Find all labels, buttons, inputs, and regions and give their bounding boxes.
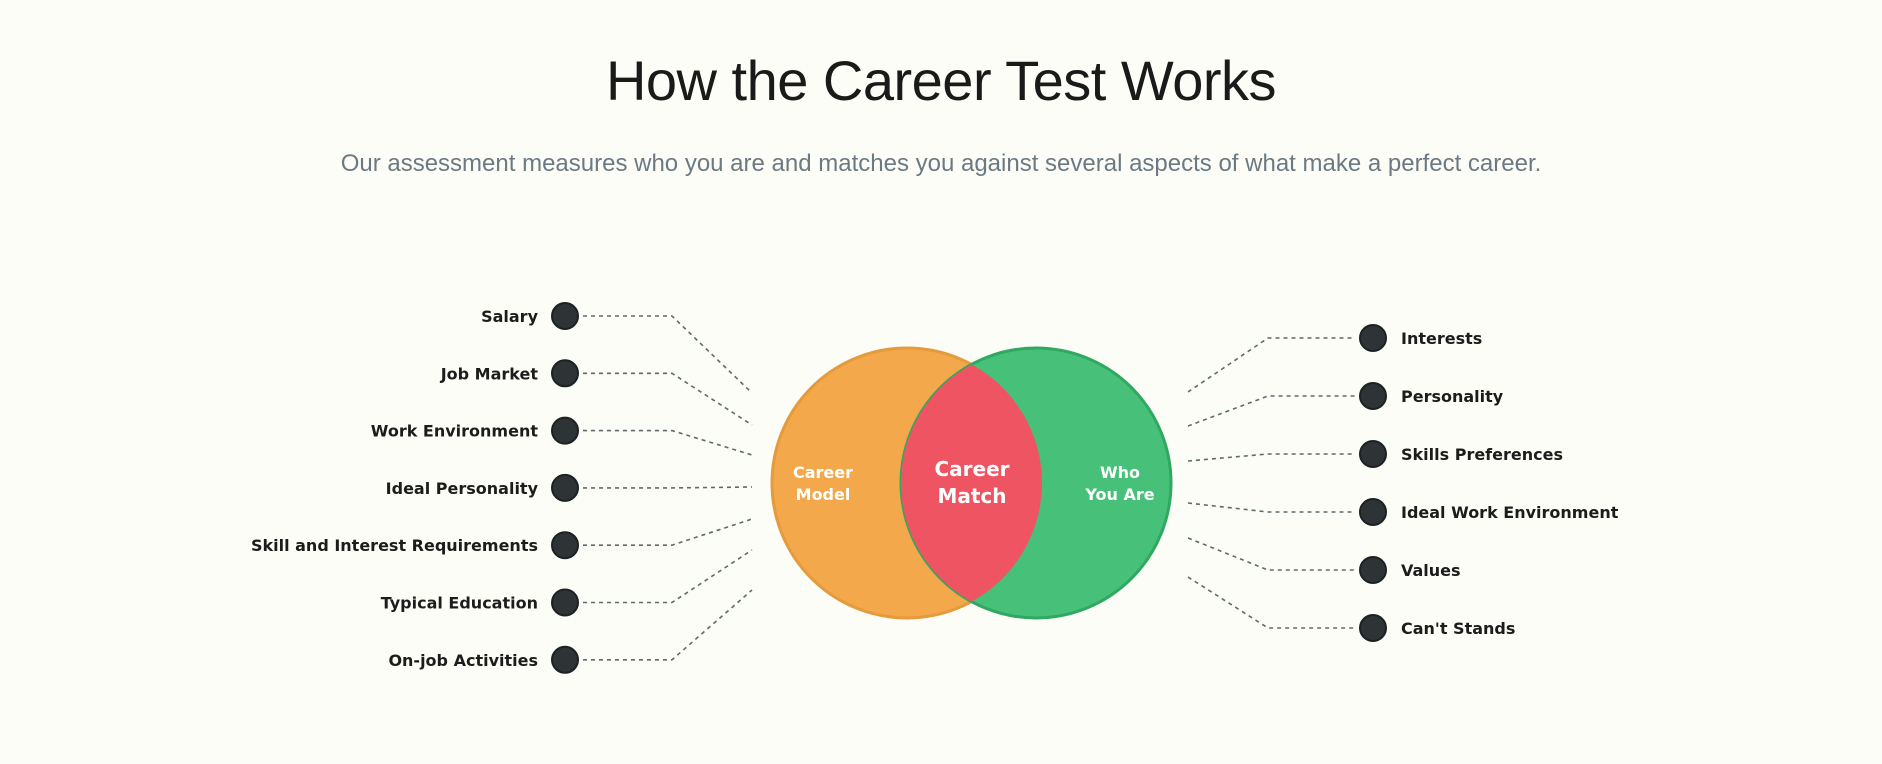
left-connector-line bbox=[583, 429, 753, 456]
left-factor-item: Typical Education bbox=[381, 588, 579, 617]
right-factor-label: Values bbox=[1401, 561, 1461, 580]
right-factor-item: Skills Preferences bbox=[1359, 440, 1563, 468]
career-model-label-line1: Career bbox=[793, 463, 853, 482]
left-factor-item: Ideal Personality bbox=[386, 473, 579, 502]
right-factor-item: Interests bbox=[1359, 324, 1482, 352]
bullet-dot-icon bbox=[551, 473, 579, 502]
left-connector-line bbox=[583, 486, 753, 489]
right-factor-label: Can't Stands bbox=[1401, 619, 1515, 638]
right-connector-line bbox=[1187, 337, 1355, 393]
bullet-dot-icon bbox=[551, 588, 579, 617]
left-factor-item: Skill and Interest Requirements bbox=[251, 531, 579, 560]
right-connectors bbox=[1187, 337, 1355, 629]
who-you-are-label-line1: Who bbox=[1100, 463, 1140, 482]
bullet-dot-icon bbox=[551, 645, 579, 674]
right-factor-item: Can't Stands bbox=[1359, 614, 1515, 642]
career-match-label-line2: Match bbox=[937, 484, 1006, 508]
right-factor-item: Ideal Work Environment bbox=[1359, 498, 1619, 526]
bullet-dot-icon bbox=[1359, 498, 1387, 526]
left-factor-label: Job Market bbox=[440, 364, 539, 383]
bullet-dot-icon bbox=[1359, 382, 1387, 410]
left-factor-item: Job Market bbox=[440, 359, 579, 388]
bullet-dot-icon bbox=[551, 416, 579, 445]
right-factor-label: Personality bbox=[1401, 387, 1504, 406]
left-factor-label: Typical Education bbox=[381, 594, 538, 613]
right-factor-item: Personality bbox=[1359, 382, 1504, 410]
right-factor-label: Skills Preferences bbox=[1401, 445, 1563, 464]
left-factor-label: Skill and Interest Requirements bbox=[251, 536, 538, 555]
left-connector-line bbox=[583, 372, 753, 426]
right-factor-item: Values bbox=[1359, 556, 1461, 584]
right-connector-line bbox=[1187, 502, 1355, 513]
left-factor-label: Work Environment bbox=[371, 422, 539, 441]
right-connector-line bbox=[1187, 537, 1355, 571]
left-factor-label: Ideal Personality bbox=[386, 479, 539, 498]
left-connectors bbox=[583, 315, 753, 661]
who-you-are-label-line2: You Are bbox=[1084, 485, 1154, 504]
right-connector-line bbox=[1187, 576, 1355, 629]
left-factor-label: Salary bbox=[481, 307, 538, 326]
right-connector-line bbox=[1187, 453, 1355, 462]
left-factor-item: Work Environment bbox=[371, 416, 579, 445]
bullet-dot-icon bbox=[1359, 614, 1387, 642]
left-connector-line bbox=[583, 549, 753, 604]
left-factor-item: Salary bbox=[481, 302, 579, 330]
left-factor-label: On-job Activities bbox=[388, 651, 538, 670]
bullet-dot-icon bbox=[1359, 324, 1387, 352]
who-you-are-factors: Interests Personality Skills Preferences Id… bbox=[1359, 324, 1619, 642]
right-factor-label: Ideal Work Environment bbox=[1401, 503, 1619, 522]
left-connector-line bbox=[583, 315, 753, 394]
bullet-dot-icon bbox=[1359, 440, 1387, 468]
left-connector-line bbox=[583, 589, 753, 661]
left-connector-line bbox=[583, 518, 753, 547]
career-venn-diagram: Career Model Career Match Who You Are Sa… bbox=[251, 302, 1619, 674]
career-match-label-line1: Career bbox=[934, 457, 1009, 481]
bullet-dot-icon bbox=[1359, 556, 1387, 584]
bullet-dot-icon bbox=[551, 531, 579, 560]
left-factor-item: On-job Activities bbox=[388, 645, 579, 674]
right-factor-label: Interests bbox=[1401, 329, 1482, 348]
bullet-dot-icon bbox=[551, 302, 579, 330]
career-model-label-line2: Model bbox=[796, 485, 851, 504]
right-connector-line bbox=[1187, 395, 1355, 427]
career-model-factors: Salary Job Market Work Environment Ideal Pe… bbox=[251, 302, 579, 674]
bullet-dot-icon bbox=[551, 359, 579, 388]
